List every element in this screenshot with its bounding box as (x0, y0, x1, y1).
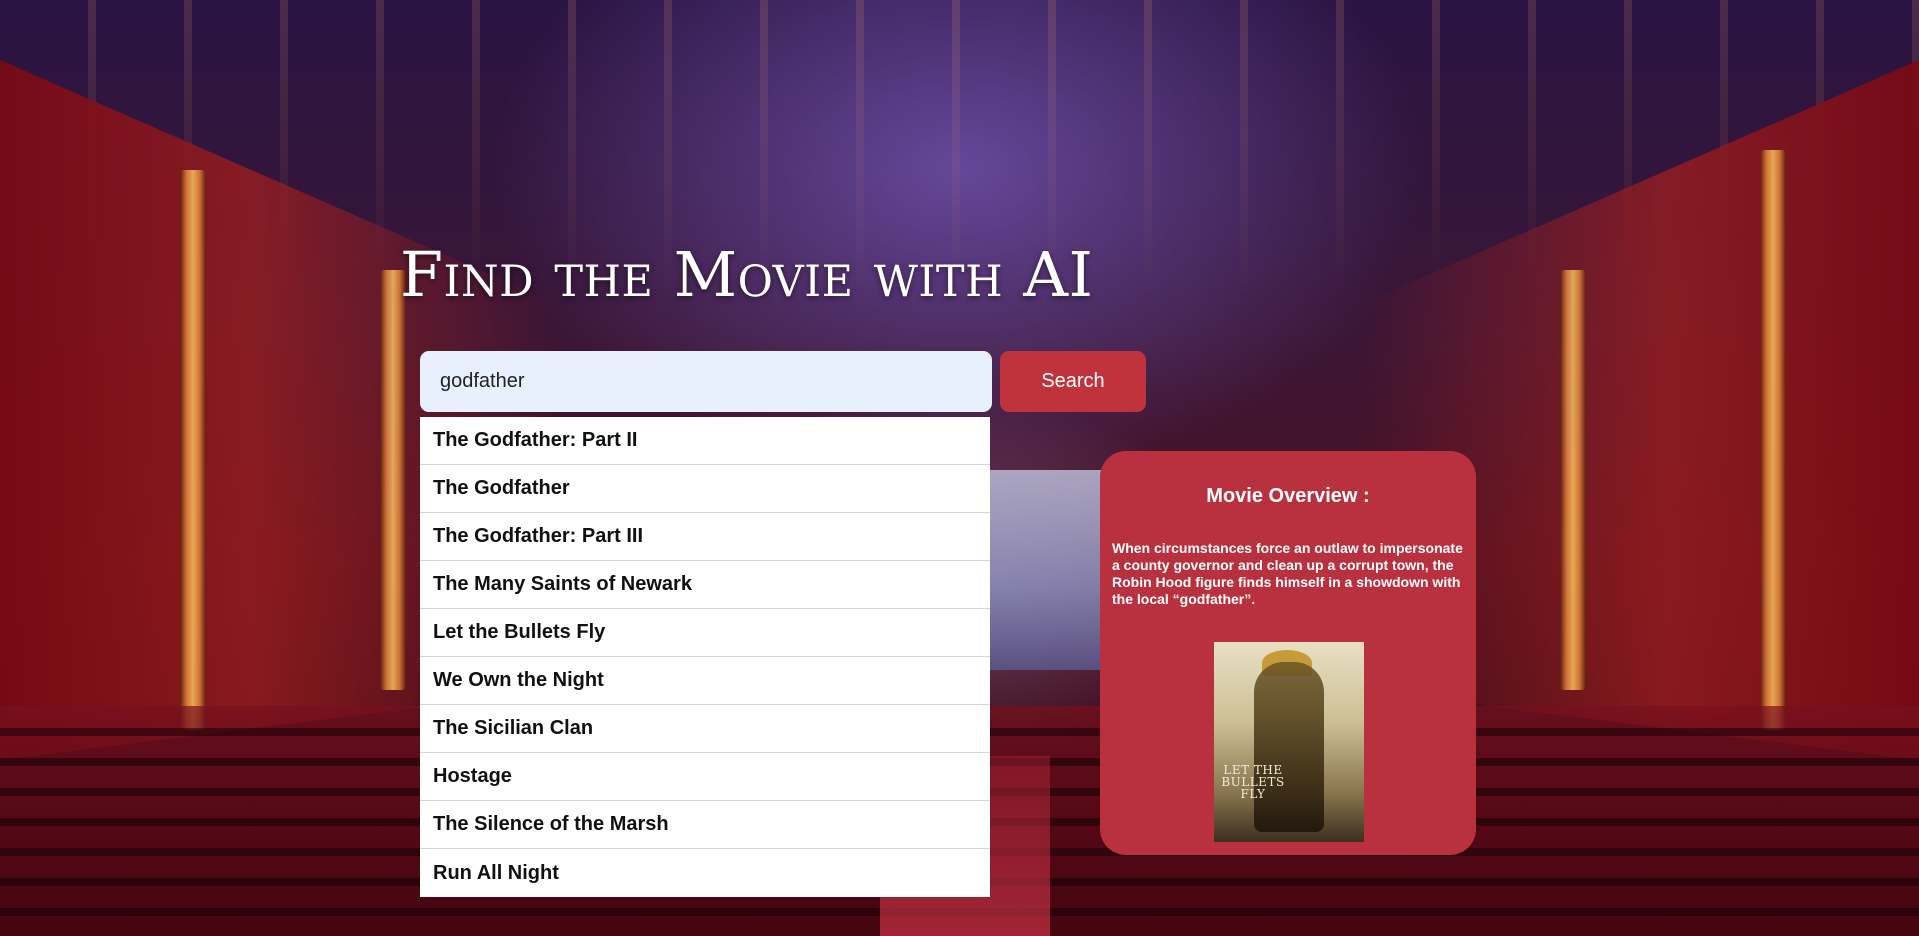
pillar-left-2 (380, 270, 406, 690)
poster-title-text: LET THE BULLETS FLY (1221, 763, 1285, 801)
movie-overview-card: Movie Overview : When circumstances forc… (1100, 451, 1476, 855)
suggestion-item[interactable]: Run All Night (420, 849, 990, 897)
movie-poster: LET THE BULLETS FLY (1214, 642, 1364, 842)
pillar-right-2 (1560, 270, 1586, 690)
pillar-right-1 (1760, 150, 1786, 730)
suggestion-item[interactable]: The Sicilian Clan (420, 705, 990, 753)
suggestion-item[interactable]: The Silence of the Marsh (420, 801, 990, 849)
suggestion-item[interactable]: We Own the Night (420, 657, 990, 705)
suggestion-item[interactable]: Let the Bullets Fly (420, 609, 990, 657)
suggestion-list: The Godfather: Part II The Godfather The… (420, 417, 990, 897)
suggestion-item[interactable]: The Godfather: Part II (420, 417, 990, 465)
suggestion-item[interactable]: The Godfather (420, 465, 990, 513)
overview-title: Movie Overview : (1206, 485, 1370, 507)
search-button[interactable]: Search (1000, 351, 1146, 412)
page-title: Find the Movie with AI (400, 238, 1094, 311)
suggestion-item[interactable]: The Godfather: Part III (420, 513, 990, 561)
search-input[interactable] (420, 351, 992, 412)
overview-text: When circumstances force an outlaw to im… (1112, 540, 1463, 607)
suggestion-item[interactable]: The Many Saints of Newark (420, 561, 990, 609)
poster-figure-shape (1254, 662, 1324, 832)
cinema-screen (985, 470, 1105, 670)
suggestion-item[interactable]: Hostage (420, 753, 990, 801)
pillar-left-1 (180, 170, 206, 730)
